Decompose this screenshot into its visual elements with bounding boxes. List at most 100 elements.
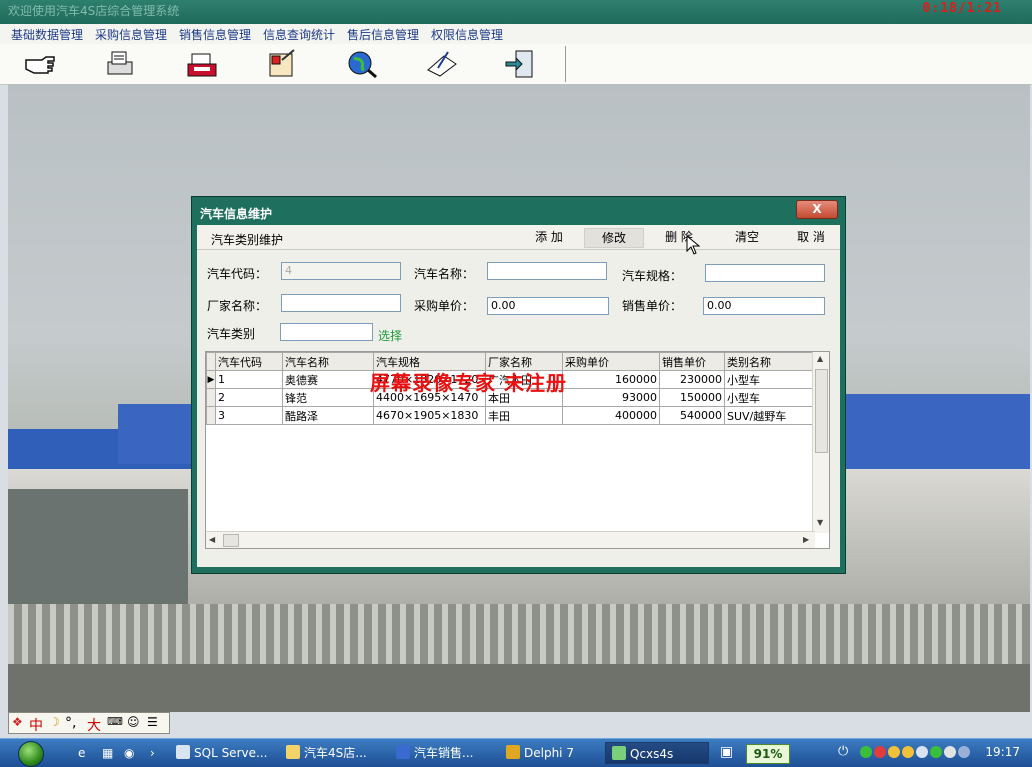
buy-price-field[interactable]: 0.00 [487,297,609,315]
cell-maker[interactable]: 丰田 [485,406,563,425]
task-delphi[interactable]: Delphi 7 [500,742,600,764]
battery-percent-indicator[interactable]: 91% [746,744,790,764]
keyboard-icon[interactable]: ⌨ [107,715,123,728]
menu-icon[interactable]: ☰ [147,715,158,729]
cell-code[interactable]: 2 [215,388,283,407]
cell-name[interactable]: 酷路泽 [282,406,374,425]
cash-register-button[interactable] [182,46,222,82]
cell-type[interactable]: SUV/越野车 [724,406,818,425]
exit-button[interactable] [500,46,540,82]
antivirus-icon[interactable] [874,746,886,758]
name-field[interactable] [487,262,607,280]
menu-basic-data[interactable]: 基础数据管理 [11,26,83,43]
cell-buy-price[interactable]: 400000 [562,406,660,425]
main-toolbar [0,44,1032,85]
cancel-button[interactable]: 取 消 [791,228,831,246]
maker-field[interactable] [281,294,401,312]
recorder-tray-icon[interactable]: ▣ [720,744,733,760]
pointing-hand-button[interactable] [20,46,60,82]
table-row[interactable]: 3 酷路泽 4670×1905×1830 丰田 400000 540000 SU… [206,406,818,425]
menu-permissions[interactable]: 权限信息管理 [431,26,503,43]
edit-button[interactable]: 修改 [584,228,644,248]
qq-tray-icon[interactable] [888,746,900,758]
ime-punctuation-toggle[interactable]: °, [65,715,76,731]
column-header[interactable]: 销售单价 [659,352,725,371]
horizontal-scroll-thumb[interactable] [223,534,239,547]
person-icon[interactable]: ☺ [127,715,140,729]
task-folder[interactable]: 汽车4S店... [280,742,388,764]
mouse-cursor-icon [686,235,700,255]
grid-horizontal-scrollbar[interactable]: ◀ ▶ [206,531,815,548]
ime-logo-icon[interactable]: ❖ [12,715,23,729]
main-titlebar: 欢迎使用汽车4S店综合管理系统 0:18/1:21 [0,0,1032,25]
quicklaunch-expand-icon[interactable]: › [150,746,155,760]
column-header[interactable]: 类别名称 [724,352,818,371]
task-sql-server[interactable]: SQL Serve... [170,742,278,764]
system-tray: ⏻ 19:17 [838,743,1028,763]
globe-search-button[interactable] [342,46,382,82]
cell-type[interactable]: 小型车 [724,370,818,389]
grid-vertical-scrollbar[interactable]: ▲ ▼ [812,352,829,533]
cell-buy-price[interactable]: 160000 [562,370,660,389]
dialog-title: 汽车信息维护 [200,207,273,221]
menu-after-sales[interactable]: 售后信息管理 [347,26,419,43]
cell-spec[interactable]: 4670×1905×1830 [373,406,486,425]
clock[interactable]: 19:17 [985,745,1020,759]
cell-name[interactable]: 锋范 [282,388,374,407]
car-type-maintenance-link[interactable]: 汽车类别维护 [211,231,283,248]
buy-price-label: 采购单价： [414,299,475,313]
scroll-left-icon[interactable]: ◀ [209,535,215,544]
blue-roof-right [844,394,1030,474]
menu-purchase[interactable]: 采购信息管理 [95,26,167,43]
type-field[interactable] [280,323,373,341]
clear-button[interactable]: 清空 [727,228,767,246]
taskbar: e ▦ ◉ › SQL Serve... 汽车4S店... 汽车销售... De… [0,738,1032,767]
power-plug-icon[interactable]: ⏻ [838,744,848,759]
ime-chinese-toggle[interactable]: 中 [29,715,43,735]
ime-fullwidth-toggle[interactable]: 大 [87,715,101,735]
edit-notes-button[interactable] [422,46,462,82]
spec-label: 汽车规格： [622,269,683,283]
menu-query-stats[interactable]: 信息查询统计 [263,26,335,43]
dialog-close-button[interactable]: X [796,200,838,219]
cell-sell-price[interactable]: 540000 [659,406,725,425]
task-word-document[interactable]: 汽车销售... [390,742,498,764]
scroll-right-icon[interactable]: ▶ [803,535,809,544]
task-qcxs4s[interactable]: Qcxs4s [605,742,709,764]
cell-code[interactable]: 3 [215,406,283,425]
cell-sell-price[interactable]: 150000 [659,388,725,407]
notepad-button[interactable] [262,46,302,82]
quicklaunch-ie-icon[interactable]: e [78,746,85,760]
shield-icon[interactable] [930,746,942,758]
showroom-window [8,489,188,609]
quicklaunch-desktop-icon[interactable]: ▦ [102,746,113,760]
sell-price-field[interactable]: 0.00 [703,297,825,315]
cell-code[interactable]: 1 [215,370,283,389]
column-header[interactable]: 汽车名称 [282,352,374,371]
add-button[interactable]: 添 加 [529,228,569,246]
volume-icon[interactable] [944,746,956,758]
current-row-indicator-icon: ▶ [206,370,216,389]
menu-sales[interactable]: 销售信息管理 [179,26,251,43]
cell-name[interactable]: 奥德赛 [282,370,374,389]
printer-button[interactable] [100,46,140,82]
select-type-link[interactable]: 选择 [378,327,402,344]
quicklaunch-qq-icon[interactable]: ◉ [124,746,134,760]
start-button[interactable] [4,739,60,767]
column-header[interactable]: 采购单价 [562,352,660,371]
scroll-up-icon[interactable]: ▲ [817,354,823,363]
spec-field[interactable] [705,264,825,282]
network-icon[interactable] [860,746,872,758]
cell-sell-price[interactable]: 230000 [659,370,725,389]
moon-icon[interactable]: ☽ [49,715,60,729]
vertical-scroll-thumb[interactable] [815,369,828,453]
code-field[interactable]: 4 [281,262,401,280]
qq-tray-icon-2[interactable] [902,746,914,758]
display-icon[interactable] [958,746,970,758]
cell-type[interactable]: 小型车 [724,388,818,407]
cell-buy-price[interactable]: 93000 [562,388,660,407]
column-header[interactable]: 汽车代码 [215,352,283,371]
security-icon[interactable] [916,746,928,758]
word-icon [396,745,410,759]
scroll-down-icon[interactable]: ▼ [817,518,823,527]
